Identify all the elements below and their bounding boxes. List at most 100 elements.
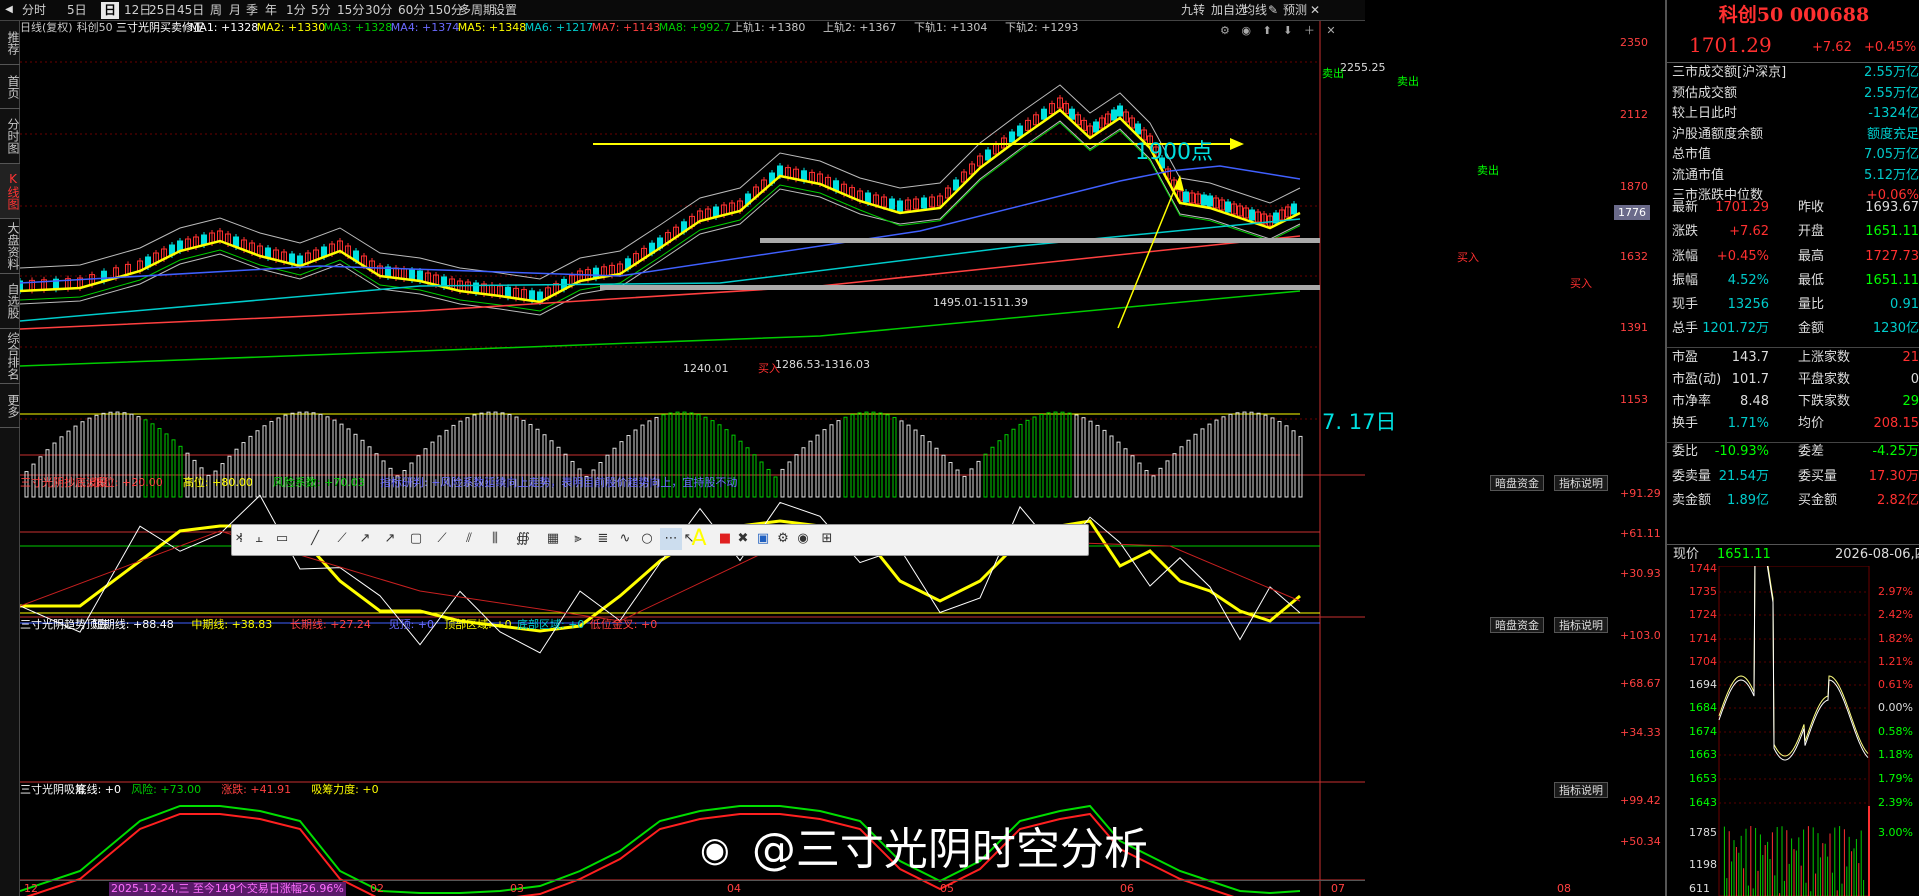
hide-icon[interactable]: ⚙: [772, 528, 794, 550]
stat-key: 流通市值: [1672, 167, 1725, 183]
rect-icon[interactable]: ↗: [379, 528, 401, 550]
quote-value: 1701.29: [1715, 200, 1769, 215]
candle-body: [1249, 209, 1255, 221]
stat-key: 沪股通额度余额: [1672, 126, 1764, 142]
quote-key: 委差: [1798, 444, 1825, 459]
quote-value: -10.93%: [1714, 444, 1769, 459]
wave-icon[interactable]: ⫸: [567, 528, 589, 550]
predict-button[interactable]: 预测: [1283, 2, 1307, 19]
period-tab[interactable]: 1分: [283, 2, 309, 19]
layout-icon[interactable]: ◉: [792, 528, 814, 550]
color-swatch-icon[interactable]: A: [688, 528, 710, 550]
quote-value: 2.82亿: [1877, 493, 1919, 508]
quote-key: 均价: [1798, 416, 1825, 431]
period-tab[interactable]: 日: [101, 2, 120, 19]
legend-item: 长期线: +27.24: [290, 618, 371, 631]
indicator-help-button[interactable]: 指标说明: [1554, 782, 1608, 798]
text-icon[interactable]: ≣: [592, 528, 614, 550]
indicator-help-button[interactable]: 指标说明: [1554, 475, 1608, 491]
back-icon[interactable]: ◀: [2, 3, 16, 17]
gann-icon[interactable]: ⫼: [484, 528, 506, 550]
mini-right-label: 2.39%: [1878, 796, 1913, 809]
quote-key: 卖金额: [1672, 493, 1712, 508]
mini-left-label: 1785: [1689, 826, 1717, 839]
candle-body: [897, 200, 903, 212]
bar: [1263, 414, 1268, 498]
x-tick: 05: [940, 882, 954, 895]
sidebar-tab[interactable]: 推荐: [0, 21, 20, 65]
sidebar-tab[interactable]: 大盘资料: [0, 219, 20, 274]
grid-icon[interactable]: ▦: [542, 528, 564, 550]
period-tab[interactable]: 分时: [19, 2, 49, 19]
quote-key: 总手: [1672, 321, 1699, 336]
ruler-icon[interactable]: ⫠: [248, 528, 270, 550]
market-stat-row: 流通市值 5.12万亿: [1670, 166, 1919, 186]
legend-item: 底线: +0: [75, 783, 122, 796]
period-tab[interactable]: 年: [262, 2, 280, 19]
quote-key: 换手: [1672, 416, 1699, 431]
period-tab[interactable]: 设置: [490, 2, 520, 19]
dark-funds-button[interactable]: 暗盘资金: [1490, 475, 1544, 491]
sidebar-tab[interactable]: 分时图: [0, 109, 20, 164]
sidebar-tab[interactable]: 综合排名: [0, 329, 20, 384]
mini-right-label: 1.82%: [1878, 632, 1913, 645]
sidebar-tab[interactable]: 更多: [0, 384, 20, 428]
quote-row: 涨跌 +7.62 开盘 1651.11: [1670, 222, 1919, 242]
indicator-help-button[interactable]: 指标说明: [1554, 617, 1608, 633]
period-tab[interactable]: 30分: [362, 2, 395, 19]
ray-icon[interactable]: ⟋: [331, 528, 353, 550]
mini-left-label: 611: [1689, 882, 1710, 895]
period-icon[interactable]: ∰: [512, 528, 534, 550]
sell-marker: 卖出: [1322, 67, 1344, 80]
stat-value: 2.55万亿: [1864, 65, 1919, 80]
share-icon[interactable]: ⊞: [816, 528, 838, 550]
period-tab[interactable]: 周: [207, 2, 225, 19]
quote-value: 0.91: [1890, 297, 1919, 312]
sidebar-tab[interactable]: K线图: [0, 164, 20, 219]
fan-icon[interactable]: ▢: [405, 528, 427, 550]
x-tick: 12: [24, 882, 38, 895]
save-icon[interactable]: ✖: [732, 528, 754, 550]
settings-icon[interactable]: ▣: [752, 528, 774, 550]
sidebar-tab[interactable]: 自选股: [0, 274, 20, 329]
quote-row: 委卖量 21.54万 委买量 17.30万: [1670, 467, 1919, 487]
quote-key: 涨幅: [1672, 249, 1699, 264]
more-icon[interactable]: ○: [636, 528, 658, 550]
period-tab[interactable]: 5日: [64, 2, 90, 19]
legend-item: 风险系数: +70.03: [272, 476, 365, 489]
nine-turn-button[interactable]: 九转: [1181, 2, 1205, 19]
add-watchlist-button[interactable]: 加自选: [1211, 2, 1247, 19]
channel-icon[interactable]: ⟋: [431, 528, 453, 550]
quote-key: 市盈: [1672, 350, 1699, 365]
quote-key: 市盈(动): [1672, 372, 1722, 387]
quote-value: 0: [1910, 372, 1919, 387]
segment-icon[interactable]: ▭: [271, 528, 293, 550]
annotation-1900: 1900点: [1135, 140, 1213, 165]
arrow-icon[interactable]: ↗: [354, 528, 376, 550]
period-tab[interactable]: 45日: [174, 2, 207, 19]
period-tab[interactable]: 5分: [308, 2, 334, 19]
quote-value: 1651.11: [1865, 273, 1919, 288]
circle-icon[interactable]: ∿: [614, 528, 636, 550]
price-pct: +0.45%: [1864, 40, 1917, 55]
candle-body: [1111, 109, 1117, 121]
draw-icon[interactable]: ✎: [1268, 2, 1278, 19]
fib-icon[interactable]: ⫽: [458, 528, 480, 550]
support-zone-1: [760, 238, 1320, 243]
quote-key: 昨收: [1798, 200, 1825, 215]
dark-funds-button[interactable]: 暗盘资金: [1490, 617, 1544, 633]
quote-row: 委比 -10.93% 委差 -4.25万: [1670, 442, 1919, 462]
quote-value: 1651.11: [1865, 224, 1919, 239]
line-icon[interactable]: ╱: [304, 528, 326, 550]
high-label: 2255.25: [1340, 61, 1386, 74]
axis-label: +30.93: [1620, 567, 1661, 580]
period-tab[interactable]: 60分: [395, 2, 428, 19]
candle-body: [1041, 108, 1047, 120]
sidebar-tab[interactable]: 首页: [0, 65, 20, 109]
period-tab[interactable]: 月: [226, 2, 244, 19]
period-tab[interactable]: 季: [243, 2, 261, 19]
close-icon[interactable]: ✕: [1310, 2, 1320, 19]
ma-button[interactable]: 均线: [1243, 2, 1267, 19]
quote-row: 现手 13256 量比 0.91: [1670, 295, 1919, 315]
mini-right-label: 3.00%: [1878, 826, 1913, 839]
